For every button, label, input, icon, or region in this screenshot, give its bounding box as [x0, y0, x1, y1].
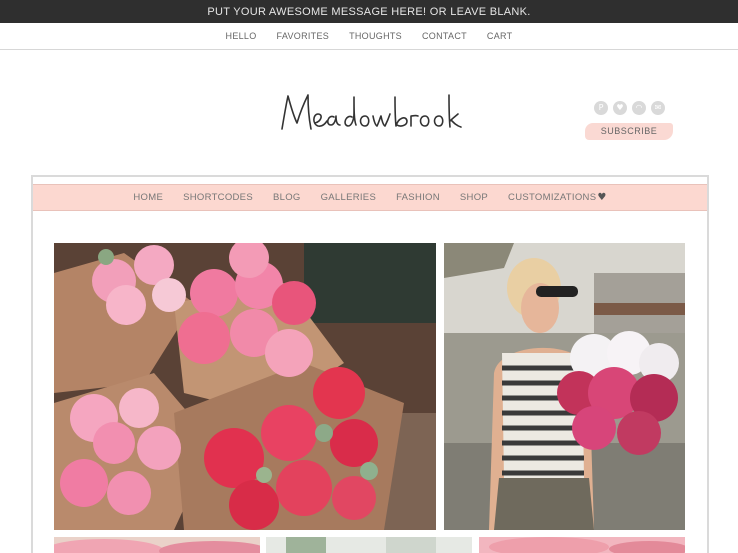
rss-icon[interactable]: ◠ — [632, 101, 646, 115]
social-icons: P ♥ ◠ ✉ — [594, 101, 665, 115]
top-nav-thoughts[interactable]: THOUGHTS — [339, 31, 412, 41]
announcement-text: PUT YOUR AWESOME MESSAGE HERE! OR LEAVE … — [207, 6, 531, 18]
top-nav-hello[interactable]: HELLO — [216, 31, 267, 41]
subscribe-label: SUBSCRIBE — [600, 126, 658, 136]
site-logo[interactable] — [270, 83, 470, 143]
top-nav-cart[interactable]: CART — [477, 31, 523, 41]
email-icon[interactable]: ✉ — [651, 101, 665, 115]
main-nav-fashion[interactable]: FASHION — [386, 192, 450, 203]
main-nav-home[interactable]: HOME — [123, 192, 173, 203]
window-photo[interactable] — [266, 537, 472, 553]
heart-icon: ♥ — [597, 192, 607, 203]
main-nav-customizations[interactable]: CUSTOMIZATIONS♥ — [498, 192, 617, 203]
top-nav-contact[interactable]: CONTACT — [412, 31, 477, 41]
top-nav: HELLO FAVORITES THOUGHTS CONTACT CART — [0, 23, 738, 50]
main-nav-shop[interactable]: SHOP — [450, 192, 498, 203]
pink-ranunculus-bouquets-photo[interactable] — [54, 243, 436, 530]
top-nav-favorites[interactable]: FAVORITES — [267, 31, 340, 41]
pink-rose-photo[interactable] — [479, 537, 685, 553]
woman-holding-flowers-photo[interactable] — [444, 243, 685, 530]
heart-icon[interactable]: ♥ — [613, 101, 627, 115]
main-nav: HOME SHORTCODES BLOG GALLERIES FASHION S… — [33, 184, 707, 211]
subscribe-button[interactable]: SUBSCRIBE — [585, 123, 673, 140]
main-nav-customizations-label: CUSTOMIZATIONS — [508, 192, 597, 203]
pinterest-icon[interactable]: P — [594, 101, 608, 115]
announcement-bar: PUT YOUR AWESOME MESSAGE HERE! OR LEAVE … — [0, 0, 738, 23]
pink-flowers-photo[interactable] — [54, 537, 260, 553]
main-nav-blog[interactable]: BLOG — [263, 192, 311, 203]
main-nav-shortcodes[interactable]: SHORTCODES — [173, 192, 263, 203]
main-nav-galleries[interactable]: GALLERIES — [311, 192, 387, 203]
